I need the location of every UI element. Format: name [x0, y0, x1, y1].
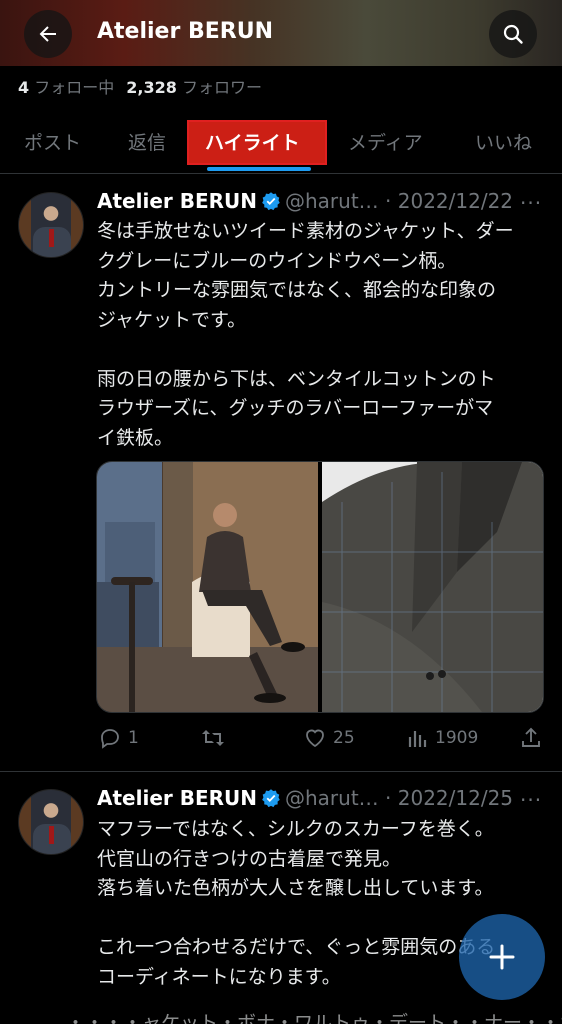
post-media	[96, 461, 544, 713]
author-handle[interactable]: @harut…	[285, 189, 379, 213]
profile-tabs: ポスト 返信 ハイライト メディア いいね	[0, 118, 562, 170]
author-name[interactable]: Atelier BERUN	[97, 189, 257, 213]
followers-link[interactable]: 2,328 フォロワー	[126, 78, 262, 97]
page-title: Atelier BERUN	[97, 19, 273, 44]
post-text-line: 雨の日の腰から下は、ベンタイルコットンのト	[97, 367, 496, 390]
tab-highlights[interactable]: ハイライト	[205, 128, 300, 155]
author-name[interactable]: Atelier BERUN	[97, 786, 257, 810]
following-link[interactable]: 4 フォロー中	[18, 78, 114, 97]
reply-count: 1	[128, 728, 139, 748]
tabs-divider	[0, 173, 562, 174]
media-photo-man-seated[interactable]	[97, 462, 318, 712]
post-actions: 1 25 1909	[96, 726, 546, 752]
back-button[interactable]	[24, 10, 72, 58]
avatar[interactable]	[18, 789, 84, 855]
view-count: 1909	[435, 728, 479, 748]
reply-icon	[101, 729, 119, 749]
search-button[interactable]	[489, 10, 537, 58]
post-text-line: ジャケットです。	[97, 308, 247, 331]
followers-count: 2,328	[126, 78, 177, 97]
post-date[interactable]: 2022/12/22	[398, 189, 513, 213]
followers-label: フォロワー	[181, 78, 262, 97]
post-text-line: マフラーではなく、シルクのスカーフを巻く。	[97, 818, 494, 840]
views-button[interactable]: 1909	[407, 726, 478, 750]
next-post-peek-text: ・・・・ャケット・ボナ・ワルトゥ・デート・・ナー・・ポ	[66, 1012, 562, 1024]
post-text-line: イ鉄板。	[97, 426, 174, 449]
search-icon	[503, 24, 523, 44]
compose-post-button[interactable]	[459, 914, 545, 1000]
tab-replies[interactable]: 返信	[128, 128, 166, 155]
more-options-button[interactable]: ···	[520, 191, 542, 215]
post-header: Atelier BERUN @harut… · 2022/12/22	[97, 189, 513, 213]
post-header: Atelier BERUN @harut… · 2022/12/25	[97, 786, 513, 810]
post-text: 冬は手放せないツイード素材のジャケット、ダー クグレーにブルーのウインドウペーン…	[97, 217, 547, 453]
verified-badge-icon	[262, 789, 280, 808]
back-arrow-icon	[39, 26, 56, 42]
post-text-line: 代官山の行きつけの古着屋で発見。	[97, 847, 402, 870]
following-count: 4	[18, 78, 30, 97]
heart-icon	[306, 729, 324, 748]
post-date[interactable]: 2022/12/25	[398, 786, 513, 810]
more-options-button[interactable]: ···	[520, 788, 542, 812]
post-text-line	[97, 335, 547, 365]
follow-stats: 4 フォロー中 2,328 フォロワー	[18, 74, 262, 98]
author-handle[interactable]: @harut…	[285, 786, 379, 810]
like-button[interactable]: 25	[303, 726, 355, 750]
separator-dot: ·	[385, 786, 392, 810]
post-divider	[0, 771, 562, 772]
following-label: フォロー中	[34, 78, 115, 97]
repost-icon	[202, 730, 224, 746]
analytics-icon	[408, 731, 427, 747]
profile-header: Atelier BERUN	[0, 0, 562, 66]
separator-dot: ·	[385, 189, 392, 213]
tab-likes[interactable]: いいね	[475, 128, 532, 155]
tab-posts[interactable]: ポスト	[24, 128, 81, 155]
post-text-line: カントリーな雰囲気ではなく、都会的な印象の	[97, 279, 497, 301]
tab-media[interactable]: メディア	[348, 128, 423, 155]
post-text-line: クグレーにブルーのウインドウペーン柄。	[97, 249, 457, 272]
media-photo-tweed-jacket[interactable]	[322, 462, 543, 712]
like-count: 25	[333, 728, 355, 748]
plus-icon	[489, 944, 515, 970]
post-text-line: ラウザーズに、グッチのラバーローファーがマ	[97, 397, 494, 419]
verified-badge-icon	[262, 192, 280, 211]
active-tab-indicator	[207, 167, 311, 171]
share-button[interactable]	[519, 726, 543, 750]
avatar[interactable]	[18, 192, 84, 258]
repost-button[interactable]	[200, 726, 232, 750]
reply-button[interactable]: 1	[98, 726, 139, 750]
share-icon	[522, 727, 540, 747]
post-text-line: 落ち着いた色柄が大人さを醸し出しています。	[97, 877, 494, 899]
post-text-line: 冬は手放せないツイード素材のジャケット、ダー	[97, 220, 514, 242]
